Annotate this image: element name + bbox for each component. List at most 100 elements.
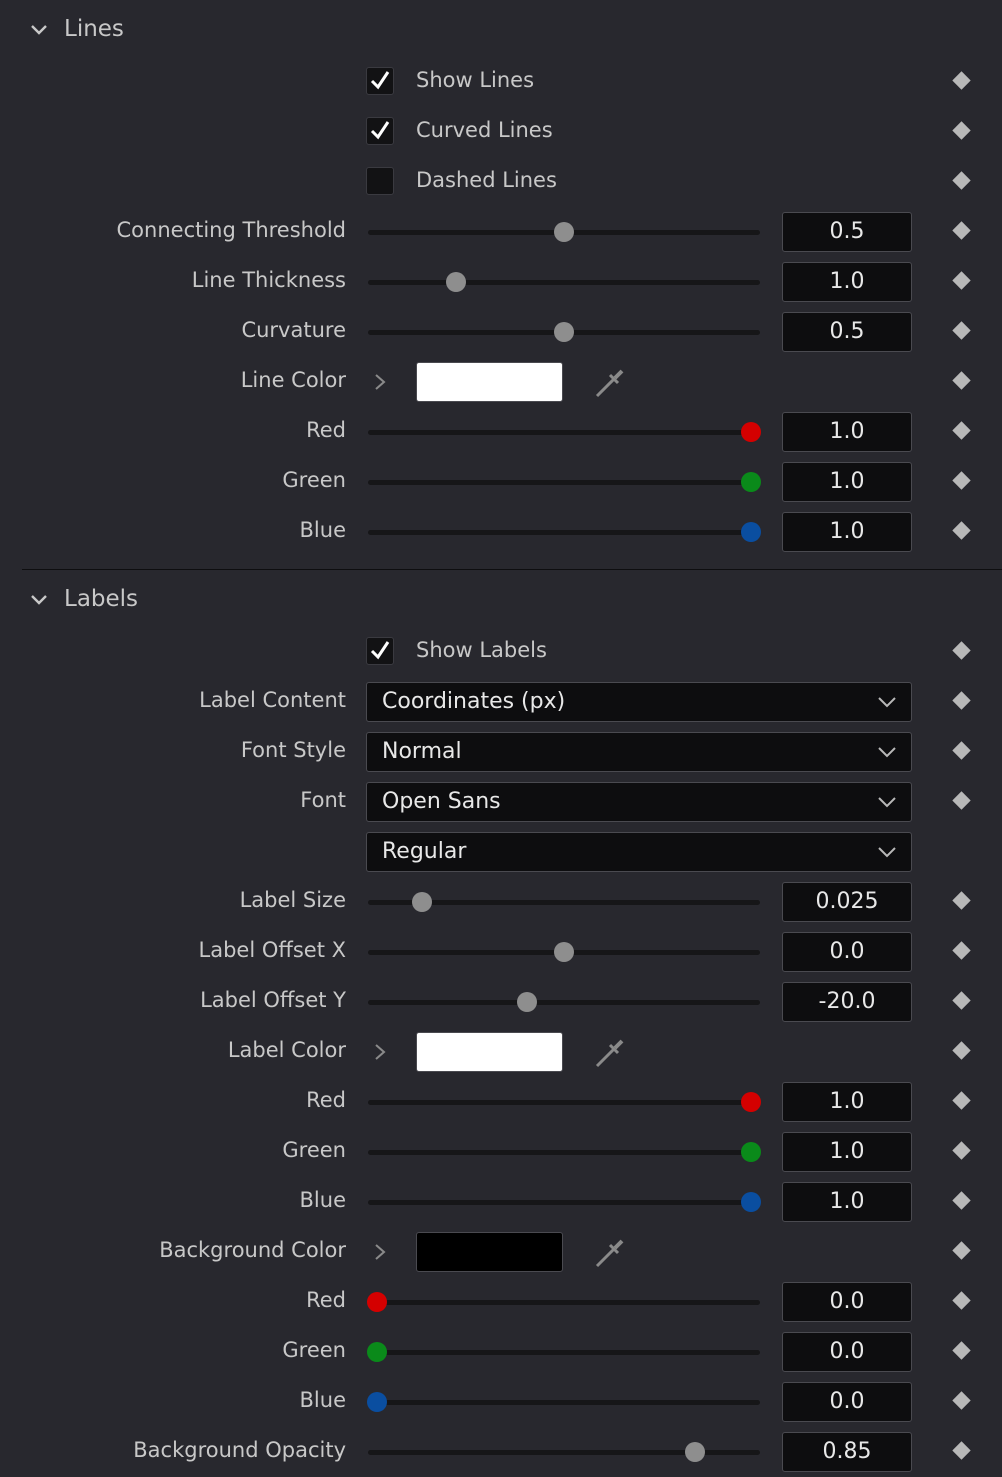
keyframe-diamond-icon[interactable] [952, 941, 971, 960]
keyframe-diamond-icon[interactable] [952, 171, 971, 190]
label-offset-y-slider-track[interactable] [368, 1000, 760, 1005]
keyframe-diamond-icon[interactable] [952, 1291, 971, 1310]
keyframe-diamond-icon[interactable] [952, 121, 971, 140]
label-offset-y-row: Label Offset Y -20.0 [0, 977, 1002, 1027]
line-blue-slider-track[interactable] [368, 530, 760, 535]
label-green-label: Green [282, 1138, 346, 1162]
label-green-slider-track[interactable] [368, 1150, 760, 1155]
label-offset-x-row: Label Offset X 0.0 [0, 927, 1002, 977]
label-offset-y-slider-knob[interactable] [516, 992, 537, 1012]
line-green-value[interactable]: 1.0 [782, 462, 912, 502]
show-lines-checkbox[interactable] [366, 67, 394, 95]
keyframe-diamond-icon[interactable] [952, 471, 971, 490]
bg-red-value[interactable]: 0.0 [782, 1282, 912, 1322]
label-green-slider-knob[interactable] [741, 1142, 761, 1162]
label-red-row: Red 1.0 [0, 1077, 1002, 1127]
keyframe-diamond-icon[interactable] [952, 1091, 971, 1110]
keyframe-diamond-icon[interactable] [952, 321, 971, 340]
bg-red-slider-track[interactable] [368, 1300, 760, 1305]
bg-blue-slider-track[interactable] [368, 1400, 760, 1405]
keyframe-diamond-icon[interactable] [952, 1391, 971, 1410]
label-green-row: Green 1.0 [0, 1127, 1002, 1177]
label-offset-y-value[interactable]: -20.0 [782, 982, 912, 1022]
line-red-value[interactable]: 1.0 [782, 412, 912, 452]
keyframe-diamond-icon[interactable] [952, 371, 971, 390]
line-color-swatch[interactable] [416, 362, 563, 402]
background-color-swatch[interactable] [416, 1232, 563, 1272]
eyedropper-icon[interactable] [592, 367, 626, 401]
font-dropdown[interactable]: Open Sans [366, 782, 912, 822]
chevron-right-icon[interactable] [372, 372, 388, 392]
line-blue-slider-knob[interactable] [741, 522, 761, 542]
label-offset-x-value[interactable]: 0.0 [782, 932, 912, 972]
label-red-slider-knob[interactable] [741, 1092, 761, 1112]
label-red-value[interactable]: 1.0 [782, 1082, 912, 1122]
keyframe-diamond-icon[interactable] [952, 991, 971, 1010]
bg-green-slider-knob[interactable] [367, 1342, 387, 1362]
label-offset-x-slider-knob[interactable] [554, 942, 574, 962]
connecting-threshold-slider-knob[interactable] [554, 222, 574, 242]
chevron-right-icon[interactable] [372, 1242, 388, 1262]
line-blue-value[interactable]: 1.0 [782, 512, 912, 552]
font-style-dropdown[interactable]: Normal [366, 732, 912, 772]
label-blue-slider-knob[interactable] [741, 1192, 761, 1212]
keyframe-diamond-icon[interactable] [952, 71, 971, 90]
keyframe-diamond-icon[interactable] [952, 1341, 971, 1360]
line-thickness-value[interactable]: 1.0 [782, 262, 912, 302]
keyframe-diamond-icon[interactable] [952, 521, 971, 540]
line-color-row: Line Color [0, 357, 1002, 407]
keyframe-diamond-icon[interactable] [952, 1191, 971, 1210]
lines-section-header[interactable]: Lines [0, 10, 1002, 50]
chevron-right-icon[interactable] [372, 1042, 388, 1062]
eyedropper-icon[interactable] [592, 1037, 626, 1071]
dashed-lines-checkbox[interactable] [366, 167, 394, 195]
keyframe-diamond-icon[interactable] [952, 1441, 971, 1460]
line-thickness-slider-knob[interactable] [445, 272, 466, 292]
label-offset-y-label: Label Offset Y [200, 988, 346, 1012]
label-color-swatch[interactable] [416, 1032, 563, 1072]
curvature-value[interactable]: 0.5 [782, 312, 912, 352]
keyframe-diamond-icon[interactable] [952, 1241, 971, 1260]
labels-section-header[interactable]: Labels [0, 580, 1002, 620]
line-green-slider-knob[interactable] [741, 472, 761, 492]
label-red-slider-track[interactable] [368, 1100, 760, 1105]
keyframe-diamond-icon[interactable] [952, 1141, 971, 1160]
label-size-value[interactable]: 0.025 [782, 882, 912, 922]
bg-blue-slider-knob[interactable] [367, 1392, 387, 1412]
keyframe-diamond-icon[interactable] [952, 891, 971, 910]
keyframe-diamond-icon[interactable] [952, 791, 971, 810]
keyframe-diamond-icon[interactable] [952, 741, 971, 760]
curvature-slider-knob[interactable] [554, 322, 574, 342]
bg-blue-value[interactable]: 0.0 [782, 1382, 912, 1422]
bg-green-slider-track[interactable] [368, 1350, 760, 1355]
keyframe-diamond-icon[interactable] [952, 1041, 971, 1060]
font-weight-dropdown[interactable]: Regular [366, 832, 912, 872]
curvature-label: Curvature [241, 318, 346, 342]
background-opacity-value[interactable]: 0.85 [782, 1432, 912, 1472]
label-content-dropdown[interactable]: Coordinates (px) [366, 682, 912, 722]
keyframe-diamond-icon[interactable] [952, 691, 971, 710]
show-labels-checkbox[interactable] [366, 637, 394, 665]
line-thickness-slider-track[interactable] [368, 280, 760, 285]
label-size-slider-knob[interactable] [411, 892, 432, 912]
bg-red-slider-knob[interactable] [367, 1292, 387, 1312]
line-green-slider-track[interactable] [368, 480, 760, 485]
eyedropper-icon[interactable] [592, 1237, 626, 1271]
bg-green-value[interactable]: 0.0 [782, 1332, 912, 1372]
connecting-threshold-value[interactable]: 0.5 [782, 212, 912, 252]
keyframe-diamond-icon[interactable] [952, 641, 971, 660]
label-blue-slider-track[interactable] [368, 1200, 760, 1205]
background-opacity-slider-knob[interactable] [684, 1442, 705, 1462]
line-red-slider-track[interactable] [368, 430, 760, 435]
keyframe-diamond-icon[interactable] [952, 221, 971, 240]
curved-lines-row: Curved Lines [0, 107, 1002, 157]
keyframe-diamond-icon[interactable] [952, 421, 971, 440]
label-blue-row: Blue 1.0 [0, 1177, 1002, 1227]
keyframe-diamond-icon[interactable] [952, 271, 971, 290]
curved-lines-checkbox[interactable] [366, 117, 394, 145]
label-blue-value[interactable]: 1.0 [782, 1182, 912, 1222]
line-blue-label: Blue [299, 518, 346, 542]
label-green-value[interactable]: 1.0 [782, 1132, 912, 1172]
line-red-slider-knob[interactable] [741, 422, 761, 442]
bg-blue-row: Blue 0.0 [0, 1377, 1002, 1427]
